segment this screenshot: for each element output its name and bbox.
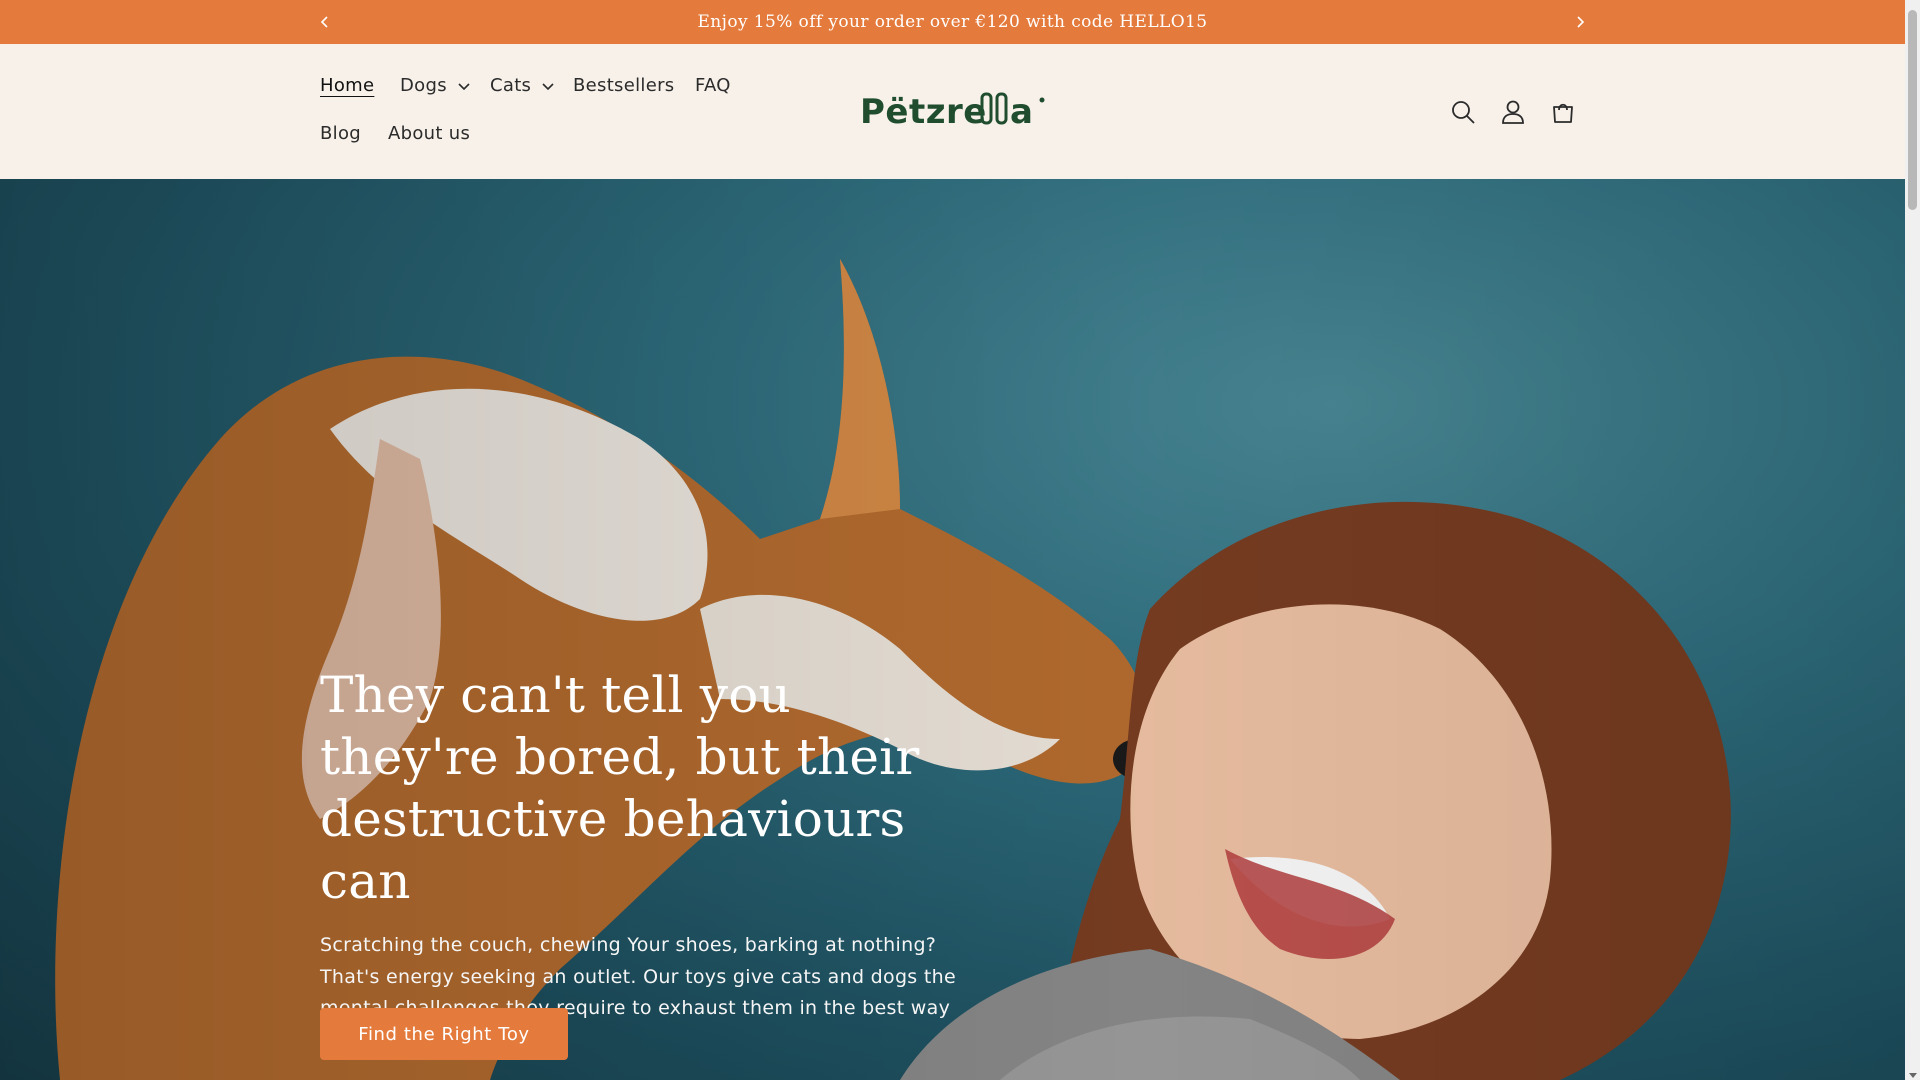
nav-cats-label: Cats <box>490 75 532 96</box>
find-toy-button[interactable]: Find the Right Toy <box>320 1008 568 1060</box>
cart-button[interactable] <box>1547 96 1579 128</box>
search-button[interactable] <box>1447 96 1479 128</box>
nav-blog-label: Blog <box>320 123 361 144</box>
nav-home-label: Home <box>320 75 375 96</box>
chevron-down-icon <box>458 82 470 90</box>
account-icon <box>1502 100 1524 124</box>
announcement-next-button[interactable] <box>1566 8 1594 36</box>
scrollbar-thumb[interactable] <box>1908 10 1917 210</box>
chevron-down-icon <box>542 82 554 90</box>
nav-cats[interactable]: Cats <box>490 75 555 96</box>
scroll-down-arrow-icon[interactable] <box>1908 1073 1917 1078</box>
site-header: Home Dogs Cats Bestsellers FAQ Blog Abou… <box>0 44 1905 179</box>
account-button[interactable] <box>1497 96 1529 128</box>
nav-about-us-label: About us <box>388 123 471 144</box>
hero-title: They can't tell you they're bored, but t… <box>320 666 920 910</box>
cart-icon <box>1553 103 1573 123</box>
brand-logo[interactable]: Pëtzre a <box>860 88 1046 134</box>
nav-about-us[interactable]: About us <box>388 123 470 144</box>
search-icon <box>1452 101 1475 124</box>
nav-faq-label: FAQ <box>695 75 731 96</box>
svg-text:a: a <box>1010 92 1033 132</box>
nav-blog[interactable]: Blog <box>320 123 361 144</box>
nav-dogs-label: Dogs <box>400 75 447 96</box>
announcement-message: Enjoy 15% off your order over €120 with … <box>697 12 1208 32</box>
nav-home[interactable]: Home <box>320 75 374 96</box>
nav-faq[interactable]: FAQ <box>695 75 731 96</box>
nav-bestsellers-label: Bestsellers <box>573 75 675 96</box>
chevron-right-icon <box>1577 16 1585 28</box>
announcement-bar: Enjoy 15% off your order over €120 with … <box>0 0 1905 44</box>
hero-content: They can't tell you they're bored, but t… <box>320 664 960 1025</box>
svg-text:Pëtzre: Pëtzre <box>860 92 987 132</box>
page-scrollbar[interactable] <box>1905 0 1920 1080</box>
nav-dogs[interactable]: Dogs <box>400 75 471 96</box>
hero-banner: They can't tell you they're bored, but t… <box>0 179 1905 1080</box>
nav-bestsellers[interactable]: Bestsellers <box>573 75 674 96</box>
